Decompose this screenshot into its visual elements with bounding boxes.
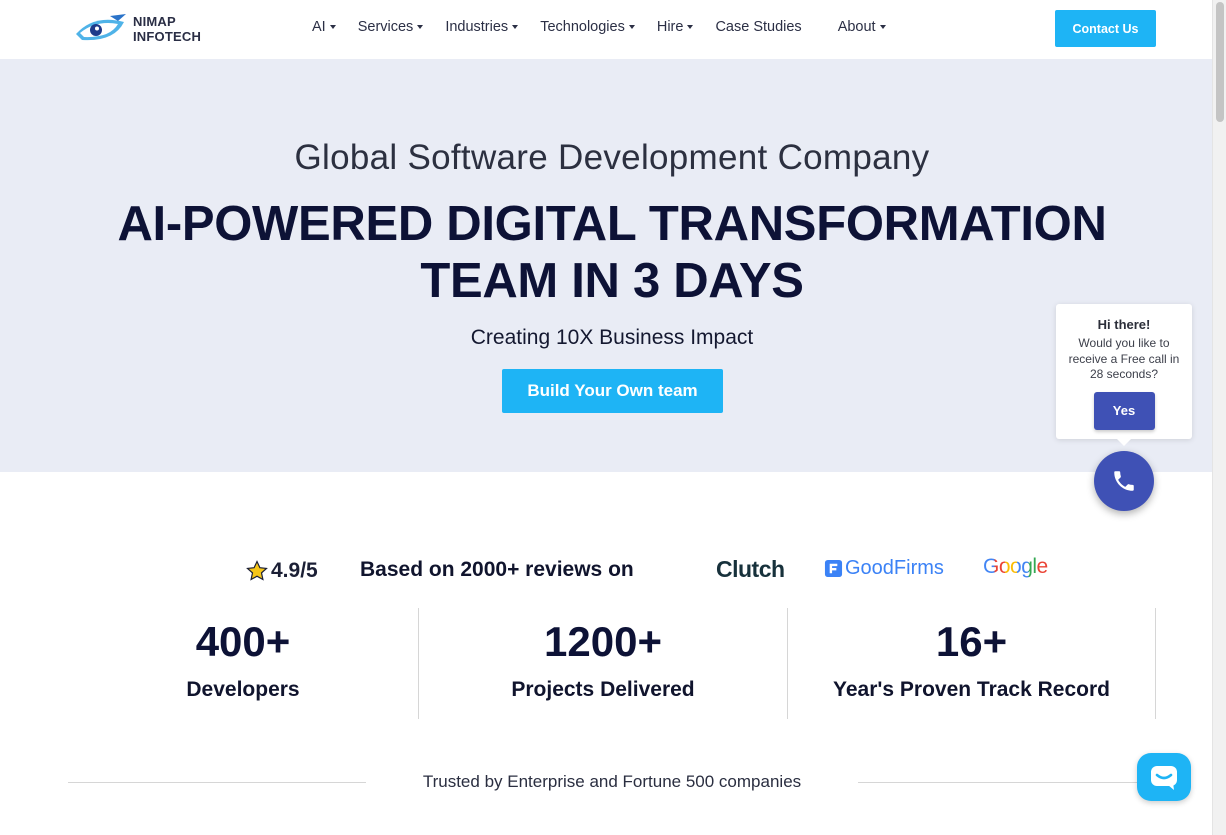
stat-value: 400+: [195, 618, 291, 665]
logo-text: NIMAP INFOTECH: [133, 14, 201, 44]
hero-title-line-2: TEAM IN 3 DAYS: [420, 254, 804, 308]
stat-value: 16+: [935, 618, 1008, 665]
google-logo[interactable]: Google: [983, 555, 1048, 579]
caret-down-icon: [628, 25, 635, 29]
hero-title: AI-POWERED DIGITAL TRANSFORMATION TEAM I…: [0, 196, 1224, 310]
build-your-own-team-button[interactable]: Build Your Own team: [502, 369, 723, 413]
stat-label: Year's Proven Track Record: [833, 678, 1110, 701]
caret-down-icon: [879, 25, 886, 29]
caret-down-icon: [329, 25, 336, 29]
nav-item-label: Industries: [445, 19, 509, 35]
nav-item-case-studies[interactable]: Case Studies: [715, 19, 801, 35]
stat-label: Developers: [186, 678, 300, 701]
logo-line-1: NIMAP: [133, 14, 176, 29]
star-icon: [246, 560, 268, 581]
nav-item-technologies[interactable]: Technologies: [540, 19, 635, 35]
clutch-logo[interactable]: Clutch: [716, 556, 785, 583]
vertical-scrollbar[interactable]: [1212, 0, 1226, 835]
chat-icon: [1151, 766, 1177, 790]
divider-line: [858, 782, 1156, 783]
stat-value: 1200+: [544, 618, 662, 665]
nav-item-label: AI: [312, 19, 326, 35]
nav-item-industries[interactable]: Industries: [445, 19, 519, 35]
stat-developers: 400+ Developers: [68, 608, 418, 719]
page: NIMAP INFOTECH AI Services Industries Te…: [0, 0, 1226, 835]
reviews-based-on: Based on 2000+ reviews on: [360, 558, 634, 581]
call-button[interactable]: [1094, 451, 1154, 511]
nav-item-label: Hire: [656, 19, 684, 35]
goodfirms-icon: [824, 559, 843, 578]
reviews-summary: 4.9/5 Based on 2000+ reviews on: [245, 557, 634, 585]
stat-track-record: 16+ Year's Proven Track Record: [788, 608, 1155, 719]
scrollbar-thumb[interactable]: [1216, 2, 1224, 122]
stat-projects: 1200+ Projects Delivered: [419, 608, 787, 719]
goodfirms-logo[interactable]: GoodFirms: [824, 557, 944, 580]
hero-tagline: Creating 10X Business Impact: [470, 326, 754, 349]
caret-down-icon: [687, 25, 694, 29]
rating-value: 4.9/5: [271, 559, 318, 582]
popup-message: Would you like to receive a Free call in…: [1068, 336, 1180, 381]
site-header: NIMAP INFOTECH AI Services Industries Te…: [0, 0, 1212, 59]
contact-us-button[interactable]: Contact Us: [1055, 10, 1156, 47]
caret-down-icon: [417, 25, 424, 29]
company-logo[interactable]: NIMAP INFOTECH: [74, 12, 201, 46]
google-text: Google: [983, 555, 1048, 578]
main-nav: AI Services Industries Technologies Hire…: [312, 19, 908, 35]
eye-logo-icon: [76, 14, 126, 41]
nav-item-label: Technologies: [540, 19, 625, 35]
phone-icon: [1114, 471, 1134, 491]
nav-item-label: Case Studies: [715, 19, 802, 35]
nav-item-hire[interactable]: Hire: [657, 19, 694, 35]
hero-subtitle: Global Software Development Company: [294, 138, 930, 177]
rating: 4.9/5: [245, 559, 318, 583]
stat-divider: [1155, 608, 1156, 719]
popup-greeting: Hi there!: [1097, 317, 1151, 332]
nav-item-label: Services: [357, 19, 414, 35]
hero-title-line-1: AI-POWERED DIGITAL TRANSFORMATION: [117, 197, 1107, 251]
nav-item-label: About: [837, 19, 876, 35]
stat-label: Projects Delivered: [511, 678, 695, 701]
popup-arrow: [1116, 438, 1132, 446]
logo-line-2: INFOTECH: [133, 29, 202, 44]
goodfirms-text: GoodFirms: [845, 557, 944, 579]
live-chat-button[interactable]: [1137, 753, 1191, 801]
nav-item-about[interactable]: About: [838, 19, 886, 35]
nav-item-services[interactable]: Services: [358, 19, 424, 35]
clutch-text: Clutch: [716, 556, 785, 582]
callback-popup: Hi there! Would you like to receive a Fr…: [1056, 304, 1192, 439]
caret-down-icon: [512, 25, 519, 29]
popup-yes-button[interactable]: Yes: [1093, 391, 1155, 430]
nav-item-ai[interactable]: AI: [312, 19, 336, 35]
